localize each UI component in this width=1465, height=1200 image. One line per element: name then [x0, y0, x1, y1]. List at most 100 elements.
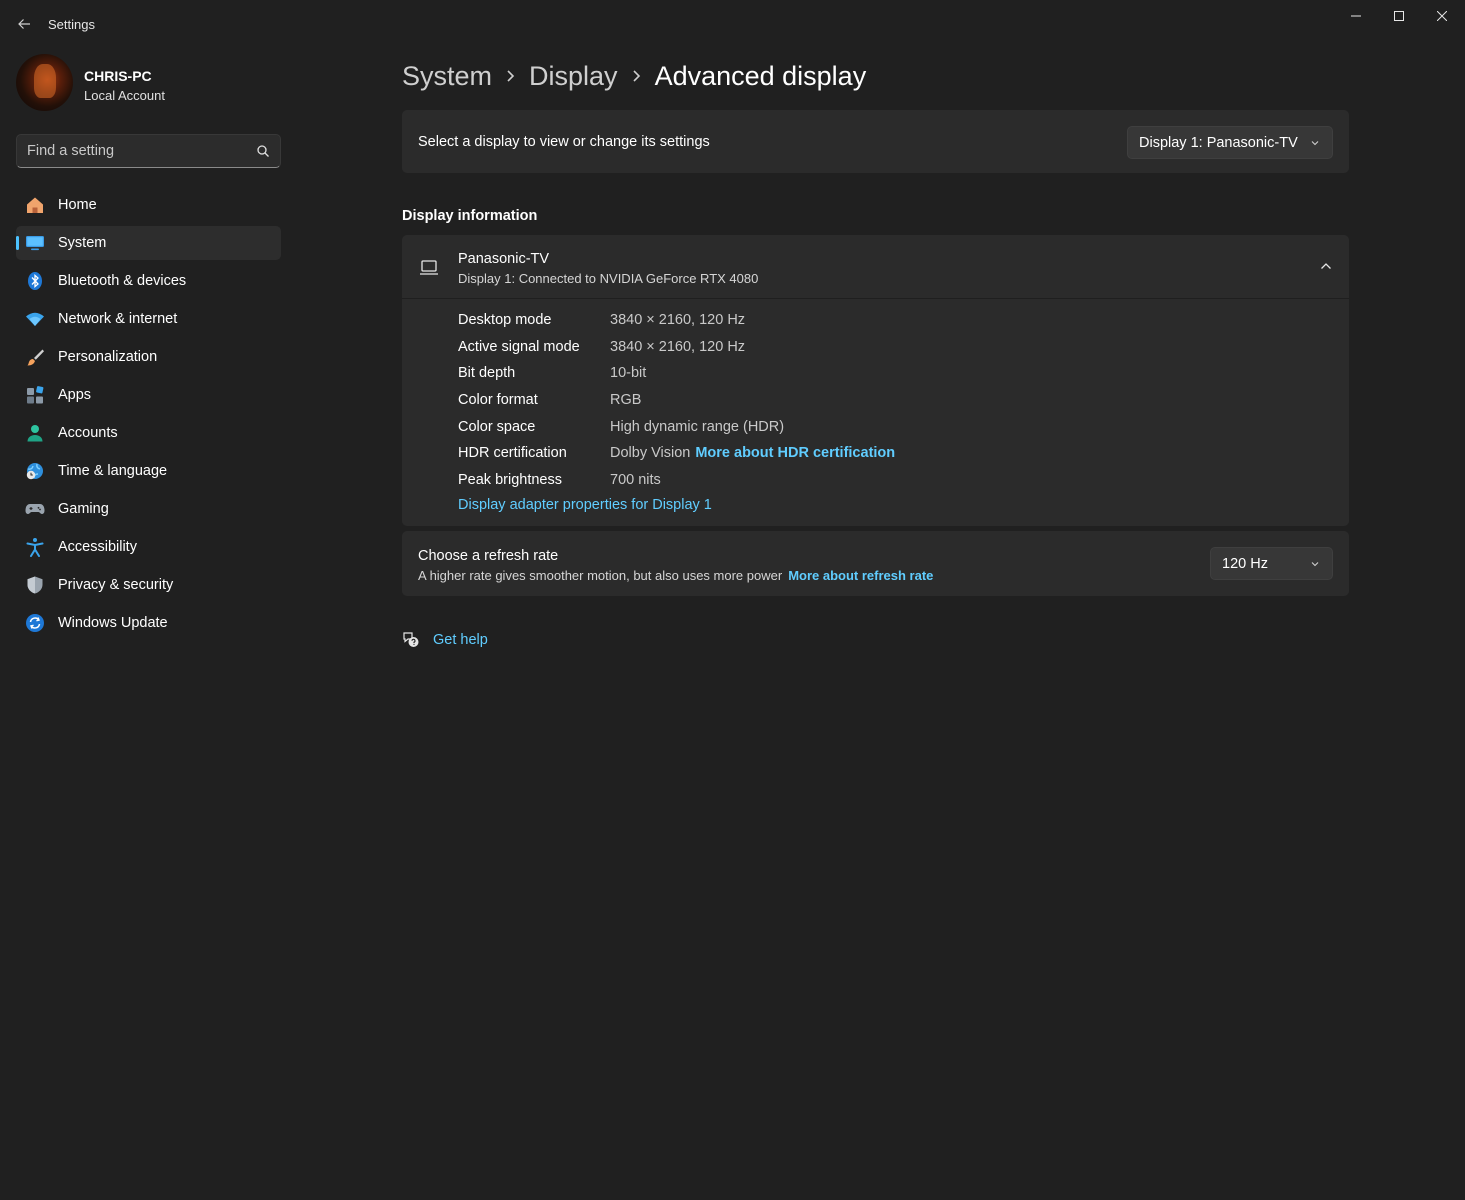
refresh-rate-description: A higher rate gives smoother motion, but… [418, 568, 783, 583]
info-row-color-format: Color format RGB [458, 387, 895, 414]
hdr-certification-link[interactable]: More about HDR certification [695, 445, 895, 461]
sidebar-item-accounts[interactable]: Accounts [16, 416, 281, 450]
search-icon[interactable] [256, 144, 270, 158]
sync-icon [25, 613, 45, 633]
sidebar-item-gaming[interactable]: Gaming [16, 492, 281, 526]
refresh-rate-value: 120 Hz [1222, 555, 1268, 572]
system-monitor-icon [25, 233, 45, 253]
avatar[interactable] [16, 54, 73, 111]
refresh-rate-title: Choose a refresh rate [418, 548, 559, 564]
info-key: HDR certification [458, 445, 567, 462]
maximize-icon [1394, 11, 1404, 21]
display-name: Panasonic-TV [458, 251, 550, 267]
info-value: 3840 × 2160, 120 Hz [610, 312, 746, 329]
chevron-down-icon [1311, 140, 1319, 145]
sidebar-item-accessibility[interactable]: Accessibility [16, 530, 281, 564]
info-row-desktop-mode: Desktop mode 3840 × 2160, 120 Hz [458, 307, 895, 334]
refresh-rate-link[interactable]: More about refresh rate [788, 568, 933, 583]
search-input[interactable] [17, 135, 247, 167]
sidebar-item-time-language[interactable]: Time & language [16, 454, 281, 488]
home-icon [25, 195, 45, 215]
info-row-bit-depth: Bit depth 10-bit [458, 360, 895, 387]
help-chat-icon [403, 632, 419, 647]
chevron-up-icon[interactable] [1319, 259, 1333, 273]
gamepad-icon [25, 499, 45, 519]
info-row-peak-brightness: Peak brightness 700 nits [458, 467, 895, 494]
info-key: Bit depth [458, 365, 516, 382]
info-value: High dynamic range (HDR) [610, 418, 785, 435]
info-value: 700 nits [610, 471, 661, 488]
nav-label-windows-update: Windows Update [58, 615, 168, 631]
title-bar: Settings [0, 0, 1465, 48]
globe-clock-icon [25, 461, 45, 481]
sidebar-item-system[interactable]: System [16, 226, 281, 260]
nav-label-bluetooth: Bluetooth & devices [58, 273, 187, 289]
info-row-color-space: Color space High dynamic range (HDR) [458, 413, 895, 440]
shield-icon [25, 575, 45, 595]
account-type: Local Account [84, 88, 165, 103]
minimize-icon [1351, 15, 1361, 17]
wifi-icon [25, 309, 45, 329]
app-title: Settings [48, 17, 95, 32]
person-icon [25, 423, 45, 443]
minimize-button[interactable] [1334, 0, 1378, 32]
nav-label-network: Network & internet [58, 311, 178, 327]
refresh-rate-description-line: A higher rate gives smoother motion, but… [418, 568, 933, 583]
chevron-right-icon [632, 69, 641, 83]
info-value: Dolby Vision [610, 445, 691, 462]
breadcrumb: System Display Advanced display [402, 56, 866, 96]
info-key: Color space [458, 418, 536, 435]
sidebar-item-apps[interactable]: Apps [16, 378, 281, 412]
page-title: Advanced display [654, 60, 867, 91]
maximize-button[interactable] [1377, 0, 1421, 32]
close-button[interactable] [1420, 0, 1464, 32]
sidebar-item-privacy-security[interactable]: Privacy & security [16, 568, 281, 602]
apps-icon [25, 385, 45, 405]
close-icon [1437, 11, 1447, 21]
info-key: Desktop mode [458, 312, 552, 329]
back-arrow-icon [18, 19, 30, 29]
info-row-hdr-certification: HDR certification Dolby Vision More abou… [458, 440, 895, 467]
nav-label-accessibility: Accessibility [58, 539, 137, 555]
info-key: Active signal mode [458, 338, 580, 355]
info-value: 3840 × 2160, 120 Hz [610, 338, 746, 355]
sidebar-item-home[interactable]: Home [16, 188, 281, 222]
nav-label-gaming: Gaming [58, 501, 109, 517]
accessibility-icon [25, 537, 45, 557]
display-connection: Display 1: Connected to NVIDIA GeForce R… [458, 271, 759, 286]
brush-icon [25, 347, 45, 367]
sidebar-item-network[interactable]: Network & internet [16, 302, 281, 336]
display-info-rows: Desktop mode 3840 × 2160, 120 Hz Active … [458, 307, 895, 493]
breadcrumb-display[interactable]: Display [529, 61, 618, 92]
display-select-label: Select a display to view or change its s… [418, 134, 710, 150]
breadcrumb-system[interactable]: System [402, 61, 492, 92]
nav-label-apps: Apps [58, 387, 92, 403]
info-value: 10-bit [610, 365, 647, 382]
info-key: Color format [458, 392, 538, 409]
sidebar-item-personalization[interactable]: Personalization [16, 340, 281, 374]
nav-label-time-language: Time & language [58, 463, 168, 479]
sidebar-item-windows-update[interactable]: Windows Update [16, 606, 281, 640]
display-select-card: Select a display to view or change its s… [402, 110, 1349, 173]
nav-label-accounts: Accounts [58, 425, 118, 441]
bluetooth-icon [25, 271, 45, 291]
nav-label-privacy-security: Privacy & security [58, 577, 174, 593]
info-value: RGB [610, 392, 642, 409]
chevron-down-icon [1311, 561, 1319, 566]
display-information-header[interactable]: Panasonic-TV Display 1: Connected to NVI… [402, 235, 1349, 299]
nav-label-system: System [58, 235, 107, 251]
sidebar: CHRIS-PC Local Account Home System Bluet… [0, 48, 296, 1200]
refresh-rate-card: Choose a refresh rate A higher rate give… [402, 531, 1349, 596]
section-title-display-information: Display information [402, 208, 538, 224]
display-dropdown[interactable]: Display 1: Panasonic-TV [1127, 126, 1333, 159]
display-information-card: Panasonic-TV Display 1: Connected to NVI… [402, 235, 1349, 526]
info-key: Peak brightness [458, 471, 562, 488]
display-adapter-properties-link[interactable]: Display adapter properties for Display 1 [458, 497, 712, 513]
refresh-rate-dropdown[interactable]: 120 Hz [1210, 547, 1333, 580]
display-dropdown-value: Display 1: Panasonic-TV [1139, 134, 1298, 151]
sidebar-item-bluetooth[interactable]: Bluetooth & devices [16, 264, 281, 298]
get-help-link[interactable]: Get help [402, 628, 488, 652]
search-box [16, 134, 281, 168]
back-button[interactable] [12, 10, 36, 38]
user-name: CHRIS-PC [84, 68, 152, 84]
